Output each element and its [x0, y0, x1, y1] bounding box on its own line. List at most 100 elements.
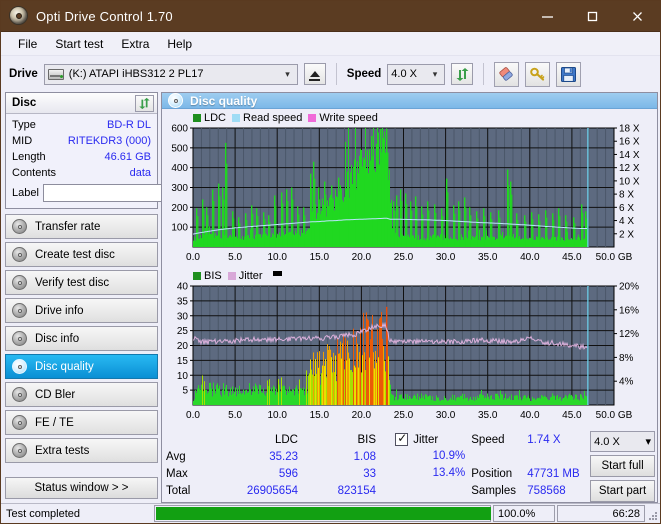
- title-bar: Opti Drive Control 1.70: [1, 1, 660, 32]
- sidebar-item-fe-te[interactable]: FE / TE: [5, 410, 158, 435]
- samples-label: Samples: [471, 484, 516, 497]
- jitter-checkbox[interactable]: [395, 431, 409, 446]
- charts-area: LDC Read speed Write speed 100 200 300 400 5…: [162, 109, 657, 427]
- disc-icon: [12, 387, 27, 402]
- disc-icon: [12, 331, 27, 346]
- readout-column: Speed 1.74 X Position 47731 MB Samples 7…: [465, 431, 588, 502]
- resize-grip[interactable]: [646, 504, 660, 523]
- legend-swatch-bis: [193, 271, 201, 280]
- svg-text:15: 15: [177, 356, 189, 367]
- erase-button[interactable]: [494, 61, 520, 87]
- sidebar-item-cd-bler[interactable]: CD Bler: [5, 382, 158, 407]
- jitter-label: Jitter: [413, 433, 439, 446]
- progress-percent: 100.0%: [493, 505, 555, 522]
- disc-group-body: Type BD-R DL MID RITEKDR3 (000) Length 4…: [6, 114, 246, 208]
- sidebar-item-label: FE / TE: [35, 416, 74, 429]
- tools-button[interactable]: [525, 61, 551, 87]
- right-content: Disc quality LDC Read speed Write speed …: [161, 92, 660, 503]
- test-nav: Transfer rate Create test disc Verify te…: [5, 214, 158, 463]
- sidebar-item-disc-info[interactable]: Disc info: [5, 326, 158, 351]
- jitter-avg-value: 10.9%: [432, 450, 466, 462]
- disc-type-value: BD-R DL: [106, 119, 151, 131]
- svg-text:14 X: 14 X: [619, 150, 640, 161]
- stats-max-ldc: 596: [278, 467, 298, 480]
- ldc-chart: 100 200 300 400 500 600 2 X 4 X 6 X 8 X 10 X 12 X 14…: [165, 124, 654, 269]
- menu-start-test[interactable]: Start test: [46, 34, 112, 54]
- disc-mid-label: MID: [12, 135, 33, 147]
- sidebar-item-drive-info[interactable]: Drive info: [5, 298, 158, 323]
- eject-button[interactable]: [303, 63, 326, 85]
- minimize-button[interactable]: [525, 1, 570, 32]
- disc-group: Disc Type BD-R DL MID RITEKDR3 (000) Len…: [5, 92, 246, 209]
- svg-text:50.0 GB: 50.0 GB: [596, 410, 633, 421]
- sidebar-item-disc-quality[interactable]: Disc quality: [5, 354, 158, 379]
- drive-label: Drive: [9, 68, 38, 80]
- close-button[interactable]: [615, 1, 660, 32]
- svg-text:200: 200: [171, 203, 188, 214]
- speed-select[interactable]: 4.0 X ▾: [387, 63, 446, 85]
- disc-icon: [12, 247, 27, 262]
- svg-text:45.0: 45.0: [562, 410, 582, 421]
- menu-file[interactable]: File: [9, 34, 46, 54]
- action-buttons: 4.0 X ▾ Start full Start part: [588, 431, 655, 502]
- test-speed-select[interactable]: 4.0 X ▾: [590, 431, 655, 452]
- menu-extra[interactable]: Extra: [112, 34, 158, 54]
- sidebar-item-transfer-rate[interactable]: Transfer rate: [5, 214, 158, 239]
- svg-text:35: 35: [177, 296, 189, 307]
- disc-row-type: Type BD-R DL: [12, 117, 151, 133]
- stats-avg-bis: 1.08: [353, 450, 376, 463]
- keys-icon: [530, 67, 545, 81]
- sidebar-item-verify-test-disc[interactable]: Verify test disc: [5, 270, 158, 295]
- bis-chart-svg: 5 10 15 20 25 30 35 40 4% 8% 12% 16% 20% 0.0 5.0 10.0 15…: [177, 282, 639, 421]
- legend-label: Read speed: [243, 111, 303, 124]
- status-bar: Test completed 100.0% 66:28: [1, 503, 660, 523]
- sidebar-item-create-test-disc[interactable]: Create test disc: [5, 242, 158, 267]
- svg-text:30.0: 30.0: [436, 252, 456, 263]
- legend-label: Jitter: [238, 269, 263, 282]
- menu-help[interactable]: Help: [158, 34, 201, 54]
- save-button[interactable]: [556, 61, 582, 87]
- svg-text:4%: 4%: [619, 377, 634, 388]
- disc-length-label: Length: [12, 151, 46, 163]
- refresh-icon: [456, 67, 469, 81]
- svg-text:600: 600: [171, 124, 188, 135]
- chevron-down-icon: ▾: [432, 68, 438, 79]
- progress-bar: [154, 505, 491, 522]
- table-row: Total 26905654 823154: [166, 482, 376, 499]
- disc-row-contents: Contents data: [12, 165, 151, 181]
- legend-swatch-ldc: [193, 113, 201, 122]
- disc-length-value: 46.61 GB: [104, 151, 151, 163]
- start-full-button[interactable]: Start full: [590, 455, 655, 477]
- spacer-row: [471, 448, 588, 465]
- sidebar-item-label: Disc info: [35, 332, 80, 345]
- toolbar: Drive (K:) ATAPI iHBS312 2 PL17 ▾ Speed …: [1, 56, 660, 92]
- stats-row-label: Total: [166, 484, 191, 497]
- legend-jitter: Jitter: [227, 269, 263, 282]
- app-disc-icon: [8, 5, 30, 27]
- svg-text:30.0: 30.0: [436, 410, 456, 421]
- speed-select-value: 4.0 X: [391, 68, 417, 80]
- sidebar-item-label: Extra tests: [35, 444, 90, 457]
- svg-text:25: 25: [177, 326, 189, 337]
- start-part-button[interactable]: Start part: [590, 480, 655, 502]
- svg-text:20.0: 20.0: [352, 410, 372, 421]
- stats-total-ldc: 26905654: [246, 484, 298, 497]
- maximize-button[interactable]: [570, 1, 615, 32]
- refresh-button[interactable]: [451, 63, 474, 85]
- disc-refresh-button[interactable]: [135, 94, 154, 112]
- legend-bis: BIS: [193, 270, 222, 282]
- status-window-button[interactable]: Status window > >: [5, 477, 158, 499]
- svg-text:10.0: 10.0: [267, 252, 287, 263]
- stats-table: LDC BIS Avg 35.23 1.08 Max 596 33 Total …: [166, 431, 376, 502]
- svg-text:35.0: 35.0: [478, 410, 498, 421]
- svg-text:30: 30: [177, 311, 189, 322]
- disc-contents-value: data: [129, 167, 151, 179]
- position-value: 47731 MB: [527, 467, 580, 480]
- svg-text:50.0 GB: 50.0 GB: [596, 252, 633, 263]
- sidebar-item-extra-tests[interactable]: Extra tests: [5, 438, 158, 463]
- jitter-total-value: [376, 482, 465, 499]
- svg-text:2 X: 2 X: [619, 229, 634, 240]
- drive-select[interactable]: (K:) ATAPI iHBS312 2 PL17 ▾: [43, 63, 298, 85]
- bis-legend: BIS Jitter: [165, 269, 654, 282]
- svg-text:6 X: 6 X: [619, 203, 634, 214]
